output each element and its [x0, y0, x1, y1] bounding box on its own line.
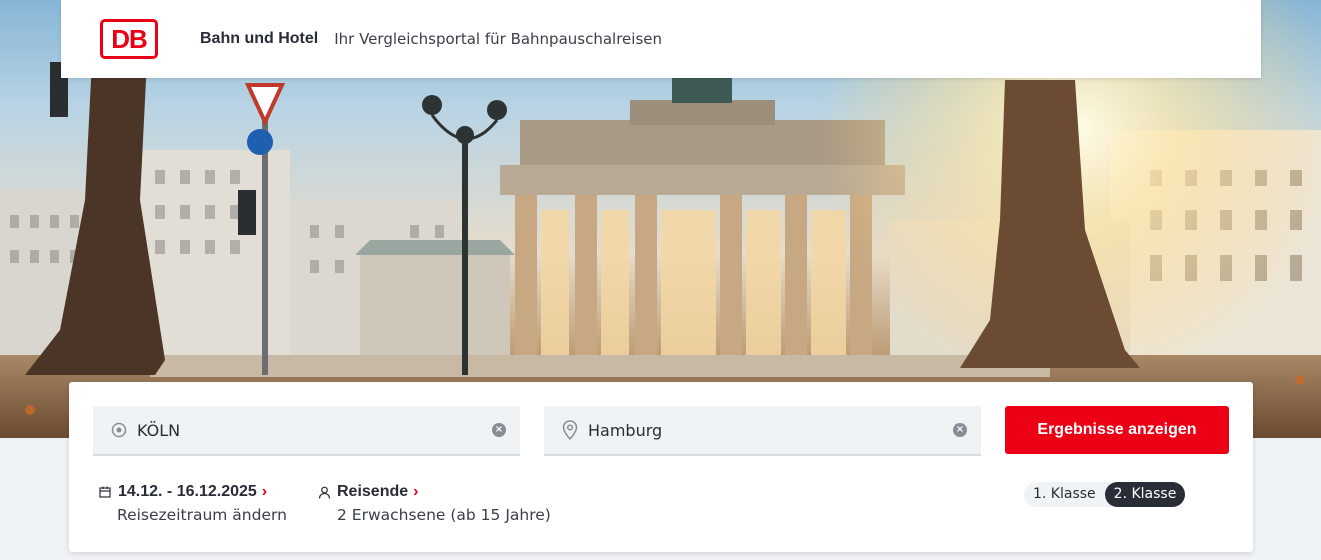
location-pin-icon — [560, 420, 580, 440]
db-logo-text: DB — [111, 23, 148, 54]
travelers-summary: 2 Erwachsene (ab 15 Jahre) — [337, 506, 551, 524]
search-card: KÖLN × Hamburg × Ergebnisse anzeigen 14.… — [69, 382, 1253, 552]
date-range: 14.12. - 16.12.2025 — [118, 483, 257, 500]
travelers-selector[interactable]: Reisende › 2 Erwachsene (ab 15 Jahre) — [318, 483, 551, 524]
site-header: DB Bahn und Hotel Ihr Vergleichsportal f… — [61, 0, 1261, 78]
person-icon — [318, 486, 331, 499]
clear-icon[interactable]: × — [492, 423, 506, 437]
origin-field[interactable]: KÖLN × — [93, 406, 520, 456]
class-option-second[interactable]: 2. Klasse — [1104, 482, 1186, 507]
chevron-right-icon: › — [413, 483, 419, 500]
date-selector[interactable]: 14.12. - 16.12.2025 › Reisezeitraum ände… — [99, 483, 287, 524]
tagline: Ihr Vergleichsportal für Bahnpauschalrei… — [334, 30, 662, 48]
chevron-right-icon: › — [261, 483, 268, 500]
origin-value: KÖLN — [137, 420, 181, 440]
destination-field[interactable]: Hamburg × — [544, 406, 981, 456]
class-option-first[interactable]: 1. Klasse — [1024, 482, 1105, 507]
travelers-title: Reisende — [337, 483, 409, 500]
brand-name: Bahn und Hotel — [200, 30, 319, 47]
show-results-button[interactable]: Ergebnisse anzeigen — [1005, 406, 1229, 454]
class-toggle: 1. Klasse 2. Klasse — [1024, 482, 1186, 507]
db-logo[interactable]: DB — [100, 19, 158, 59]
calendar-icon — [99, 486, 112, 499]
destination-value: Hamburg — [588, 420, 663, 440]
clear-icon[interactable]: × — [953, 423, 967, 437]
origin-circle-icon — [109, 420, 129, 440]
date-change-label: Reisezeitraum ändern — [117, 506, 287, 524]
